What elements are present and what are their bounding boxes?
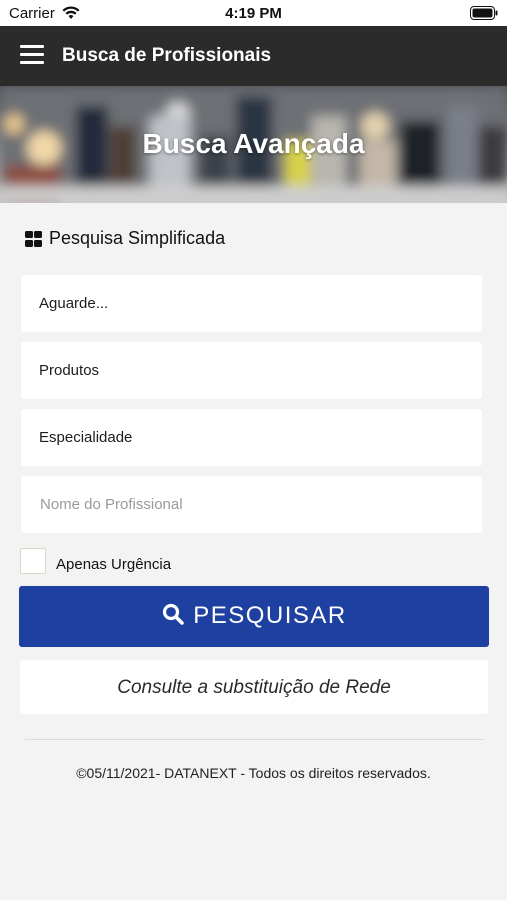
- app-bar: Busca de Profissionais: [0, 26, 507, 86]
- professional-name-field: [21, 476, 482, 533]
- section-title: Pesquisa Simplificada: [49, 228, 226, 248]
- location-select[interactable]: Aguarde...: [21, 275, 482, 332]
- search-button-label: PESQUISAR: [193, 602, 347, 629]
- specialty-select[interactable]: Especialidade: [21, 409, 482, 466]
- professional-name-input[interactable]: [21, 476, 482, 533]
- products-select-value: Produtos: [39, 362, 100, 379]
- banner-image: Busca Avançada: [0, 86, 507, 203]
- footer-copyright: ©05/11/2021- DATANEXT - Todos os direito…: [76, 765, 431, 781]
- divider: [25, 739, 484, 740]
- search-button[interactable]: PESQUISAR: [19, 586, 489, 647]
- battery-icon: [470, 6, 498, 20]
- network-substitution-label: Consulte a substituição de Rede: [117, 677, 391, 698]
- specialty-select-value: Especialidade: [39, 429, 133, 446]
- status-bar: Carrier 4:19 PM: [0, 0, 507, 26]
- urgency-label: Apenas Urgência: [56, 556, 172, 573]
- urgency-checkbox[interactable]: [20, 548, 46, 574]
- search-icon: [163, 603, 185, 625]
- clock: 4:19 PM: [225, 5, 282, 22]
- app-bar-title: Busca de Profissionais: [62, 45, 272, 66]
- location-select-value: Aguarde...: [39, 295, 109, 312]
- hamburger-menu-icon[interactable]: [20, 45, 44, 65]
- network-substitution-button[interactable]: Consulte a substituição de Rede: [20, 660, 488, 714]
- grid-icon: [25, 231, 42, 247]
- banner-title: Busca Avançada: [142, 128, 365, 159]
- products-select[interactable]: Produtos: [21, 342, 482, 399]
